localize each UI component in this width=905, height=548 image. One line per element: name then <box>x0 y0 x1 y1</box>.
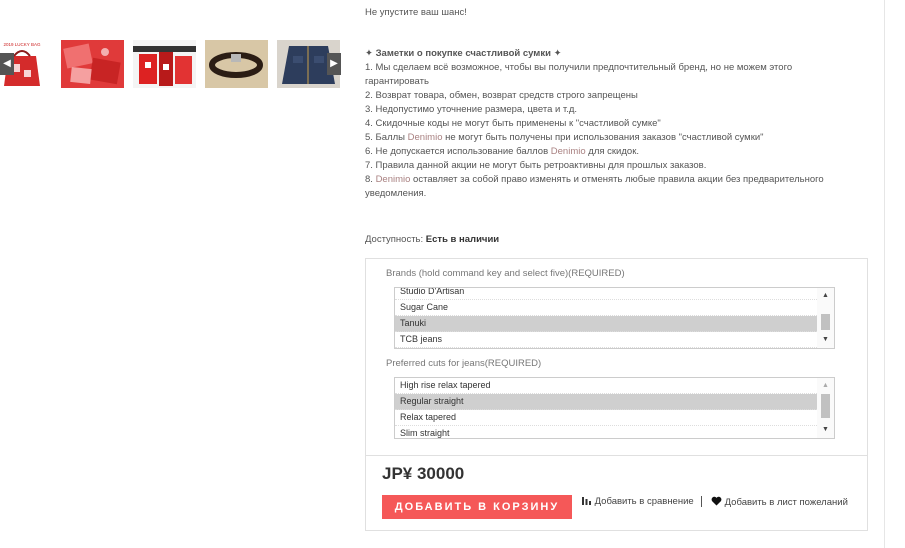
cuts-scroll-thumb[interactable] <box>821 394 830 418</box>
compare-label: Добавить в сравнение <box>594 496 694 507</box>
note-text: 5. Баллы <box>365 132 408 143</box>
gallery-prev-button[interactable]: ◀ <box>0 53 14 75</box>
purchase-box: JP¥ 30000 ДОБАВИТЬ В КОРЗИНУ Добавить в … <box>365 455 868 531</box>
note-line: 8. Denimio оставляет за собой право изме… <box>365 173 875 187</box>
product-description: Не упустите ваш шанс! ✦ Заметки о покупк… <box>365 6 875 201</box>
scroll-down-icon[interactable]: ▼ <box>817 334 834 346</box>
note-text: для скидок. <box>585 146 639 157</box>
note-text: 8. <box>365 174 376 185</box>
note-line: 1. Мы сделаем всё возможное, чтобы вы по… <box>365 61 875 75</box>
cuts-select[interactable]: High rise relax tapered Regular straight R… <box>394 377 835 439</box>
note-text: 4. Скидочные коды не могут быть применен… <box>365 118 661 129</box>
thumbnail-red-envelopes[interactable] <box>61 40 124 88</box>
promo-intro: Не упустите ваш шанс! <box>365 7 467 18</box>
add-to-cart-button[interactable]: ДОБАВИТЬ В КОРЗИНУ <box>382 495 572 519</box>
note-line: уведомления. <box>365 187 875 201</box>
note-line: 6. Не допускается использование баллов D… <box>365 145 875 159</box>
select-option[interactable]: Sugar Cane <box>395 300 817 316</box>
note-text: оставляет за собой право изменять и отме… <box>410 174 824 185</box>
note-line: 5. Баллы Denimio не могут быть получены … <box>365 131 875 145</box>
denimio-link[interactable]: Denimio <box>376 174 411 185</box>
select-option[interactable]: Relax tapered <box>395 410 817 426</box>
availability-value: Есть в наличии <box>425 234 500 245</box>
select-option[interactable]: High rise relax tapered <box>395 378 817 394</box>
brands-select[interactable]: Studio D'Artisan Sugar Cane Tanuki TCB jean… <box>394 287 835 349</box>
note-text: не могут быть получены при использования… <box>442 132 764 143</box>
cuts-label: Preferred cuts for jeans(REQUIRED) <box>386 358 542 369</box>
cuts-scrollbar[interactable]: ▲ ▼ <box>817 378 834 438</box>
brands-label: Brands (hold command key and select five… <box>386 268 625 279</box>
note-text: 2. Возврат товара, обмен, возврат средст… <box>365 90 638 101</box>
brands-scrollbar[interactable]: ▲ ▼ <box>817 288 834 348</box>
note-text: 7. Правила данной акции не могут быть ре… <box>365 160 707 171</box>
note-text: гарантировать <box>365 76 429 87</box>
lucky-bag-caption: 2019 LUCKY BAG <box>4 42 41 47</box>
select-option[interactable]: Studio D'Artisan <box>395 288 817 300</box>
compare-link[interactable]: Добавить в сравнение <box>582 496 694 507</box>
brands-scroll-thumb[interactable] <box>821 314 830 330</box>
select-option[interactable]: TCB jeans <box>395 332 817 348</box>
note-line: гарантировать <box>365 75 875 89</box>
note-line: 2. Возврат товара, обмен, возврат средст… <box>365 89 875 103</box>
select-option[interactable]: Slim straight <box>395 426 817 438</box>
select-option[interactable]: Regular straight <box>395 394 817 410</box>
availability-label: Доступность: <box>365 234 424 245</box>
wishlist-label: Добавить в лист пожеланий <box>724 497 848 508</box>
select-option[interactable]: Tanuki <box>395 316 817 332</box>
wishlist-link[interactable]: Добавить в лист пожеланий <box>711 496 848 508</box>
note-text: 6. Не допускается использование баллов <box>365 146 551 157</box>
bar-chart-icon <box>582 497 591 505</box>
denimio-link[interactable]: Denimio <box>551 146 586 157</box>
product-price: JP¥ 30000 <box>382 464 465 483</box>
scroll-down-icon[interactable]: ▼ <box>817 424 834 436</box>
note-line: 7. Правила данной акции не могут быть ре… <box>365 159 875 173</box>
page-divider <box>884 0 885 548</box>
note-text: 3. Недопустимо уточнение размера, цвета … <box>365 104 578 115</box>
note-line: 3. Недопустимо уточнение размера, цвета … <box>365 103 875 117</box>
thumbnail-leather-belt[interactable] <box>205 40 268 88</box>
availability: Доступность: Есть в наличии <box>365 233 499 247</box>
note-text: 1. Мы сделаем всё возможное, чтобы вы по… <box>365 62 793 73</box>
thumbnail-red-bags[interactable] <box>133 40 196 88</box>
notes-list: 1. Мы сделаем всё возможное, чтобы вы по… <box>365 61 875 201</box>
note-line: 4. Скидочные коды не могут быть применен… <box>365 117 875 131</box>
heart-icon <box>711 496 722 506</box>
note-text: уведомления. <box>365 188 427 199</box>
action-separator <box>701 496 702 507</box>
gallery-next-button[interactable]: ▶ <box>327 53 341 75</box>
scroll-up-icon[interactable]: ▲ <box>817 290 834 302</box>
notes-title: ✦ Заметки о покупке счастливой сумки ✦ <box>365 48 562 59</box>
scroll-up-icon[interactable]: ▲ <box>817 380 834 392</box>
denimio-link[interactable]: Denimio <box>408 132 443 143</box>
product-options: Brands (hold command key and select five… <box>365 258 868 455</box>
